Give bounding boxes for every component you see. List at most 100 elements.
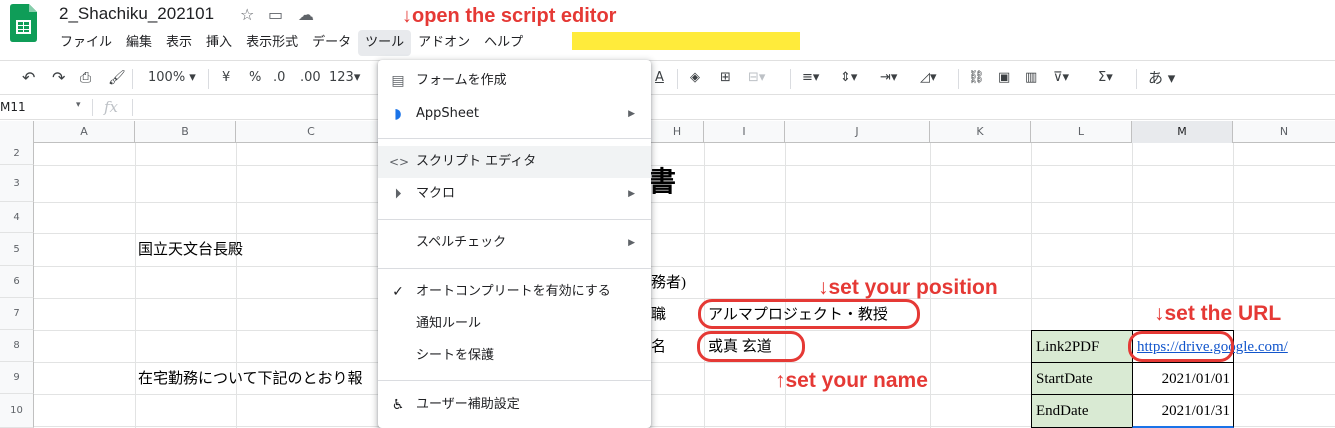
col-header-i[interactable]: I	[704, 121, 785, 143]
cell-h7[interactable]: 職	[651, 305, 666, 325]
menu-format[interactable]: 表示形式	[239, 30, 305, 56]
menu-item-spellcheck[interactable]: スペルチェック ▶	[378, 227, 651, 259]
menu-item-macro[interactable]: ⏵ マクロ ▶	[378, 178, 651, 210]
redo-icon[interactable]: ↷	[52, 69, 65, 87]
move-folder-icon[interactable]: ▭	[268, 6, 283, 24]
row-header-5[interactable]: 5	[0, 233, 34, 266]
menu-item-appsheet[interactable]: ◗ AppSheet ▶	[378, 98, 651, 130]
star-icon[interactable]: ☆	[240, 6, 254, 24]
row-header-2[interactable]: 2	[0, 143, 34, 165]
cell-m9[interactable]: 2021/01/01	[1132, 369, 1230, 389]
row-header-8[interactable]: 8	[0, 330, 34, 362]
text-wrap-icon[interactable]: ⇥▾	[880, 69, 897, 87]
form-icon: ▤	[391, 73, 405, 89]
format-label: 123	[329, 70, 354, 85]
insert-comment-icon[interactable]: ▣	[998, 69, 1010, 87]
print-icon[interactable]: ⎙	[80, 69, 91, 87]
col-header-k[interactable]: K	[930, 121, 1031, 143]
col-header-h[interactable]: H	[651, 121, 704, 143]
align-vertical-icon[interactable]: ⇕▾	[840, 69, 857, 87]
paint-format-icon[interactable]: 🖌	[108, 69, 126, 87]
menu-data[interactable]: データ	[305, 30, 358, 56]
cell-g3-partial[interactable]: 書	[648, 168, 676, 198]
col-header-c[interactable]: C	[236, 121, 387, 143]
cell-b5[interactable]: 国立天文台長殿	[138, 240, 243, 260]
zoom-select[interactable]: 100% ▾	[148, 69, 196, 87]
column-header-bar: A B C H I J K L M N	[0, 121, 1335, 143]
merge-cells-icon[interactable]: ⊟▾	[748, 69, 765, 87]
col-header-a[interactable]: A	[34, 121, 135, 143]
col-header-l[interactable]: L	[1031, 121, 1132, 143]
menu-insert[interactable]: 挿入	[199, 30, 239, 56]
text-rotate-icon[interactable]: ◿▾	[920, 69, 937, 87]
cell-b9[interactable]: 在宅勤務について下記のとおり報	[138, 369, 363, 389]
menu-item-notification-rules[interactable]: 通知ルール	[378, 308, 651, 340]
menu-item-notification-rules-label: 通知ルール	[416, 316, 482, 331]
menu-item-accessibility[interactable]: ♿ ユーザー補助設定	[378, 389, 651, 421]
annotation-url: ↓set the URL	[1154, 302, 1282, 325]
more-formats-button[interactable]: 123▾	[329, 69, 360, 87]
select-all-corner[interactable]	[0, 121, 34, 143]
percent-button[interactable]: %	[249, 69, 261, 87]
code-icon: <>	[389, 155, 410, 169]
text-color-icon[interactable]: A	[655, 69, 664, 87]
menu-item-create-form[interactable]: ▤ フォームを作成	[378, 65, 651, 97]
decimal-increase-button[interactable]: .00	[300, 69, 321, 87]
cell-l10[interactable]: EndDate	[1036, 401, 1088, 421]
menu-edit[interactable]: 編集	[119, 30, 159, 56]
menu-item-protect-sheet-label: シートを保護	[416, 348, 495, 363]
menu-view[interactable]: 表示	[159, 30, 199, 56]
fill-color-icon[interactable]: ◈	[690, 69, 700, 87]
zoom-value: 100%	[148, 70, 186, 85]
cell-h8[interactable]: 名	[651, 337, 666, 357]
col-header-n[interactable]: N	[1233, 121, 1335, 143]
col-header-b[interactable]: B	[135, 121, 236, 143]
undo-icon[interactable]: ↶	[22, 69, 35, 87]
menu-item-macro-label: マクロ	[416, 186, 456, 201]
cloud-status-icon: ☁	[298, 5, 314, 24]
cell-m10[interactable]: 2021/01/31	[1132, 401, 1230, 421]
sheets-logo-icon[interactable]	[10, 4, 37, 42]
name-box-dropdown-icon[interactable]: ▾	[76, 100, 81, 110]
menu-bar: ファイル 編集 表示 挿入 表示形式 データ ツール アドオン ヘルプ	[53, 30, 530, 56]
row-header-4[interactable]: 4	[0, 202, 34, 233]
row-header-3[interactable]: 3	[0, 165, 34, 202]
col-header-j[interactable]: J	[785, 121, 930, 143]
document-title[interactable]: 2_Shachiku_202101	[59, 4, 214, 24]
functions-icon[interactable]: Σ▾	[1098, 69, 1113, 87]
menu-item-protect-sheet[interactable]: シートを保護	[378, 340, 651, 372]
borders-icon[interactable]: ⊞	[720, 69, 731, 87]
fx-icon: fx	[104, 98, 119, 116]
row-header-9[interactable]: 9	[0, 362, 34, 394]
formula-bar: M11 ▾ fx	[0, 96, 1335, 120]
row-header-10[interactable]: 10	[0, 394, 34, 428]
menu-item-script-editor-label: スクリプト エディタ	[416, 154, 537, 169]
menu-item-script-editor[interactable]: <> スクリプト エディタ	[378, 146, 651, 178]
filter-icon[interactable]: ⊽▾	[1053, 69, 1069, 87]
menu-help[interactable]: ヘルプ	[477, 30, 530, 56]
cell-l9[interactable]: StartDate	[1036, 369, 1093, 389]
checkmark-icon: ✓	[392, 284, 404, 300]
row-header-6[interactable]: 6	[0, 266, 34, 298]
menu-item-appsheet-label: AppSheet	[416, 106, 479, 121]
cell-h6[interactable]: 務者)	[651, 273, 686, 293]
currency-button[interactable]: ¥	[222, 69, 230, 87]
menu-item-spellcheck-label: スペルチェック	[416, 235, 507, 250]
row-header-7[interactable]: 7	[0, 298, 34, 330]
insert-link-icon[interactable]: ⛓	[968, 69, 985, 87]
menu-tools[interactable]: ツール	[358, 30, 412, 56]
position-highlight-oval	[698, 299, 920, 329]
menu-addons[interactable]: アドオン	[411, 30, 477, 56]
menu-item-autocomplete[interactable]: ✓ オートコンプリートを有効にする	[378, 276, 651, 308]
name-box[interactable]: M11	[0, 100, 26, 114]
name-highlight-oval	[697, 331, 805, 362]
decimal-decrease-button[interactable]: .0	[273, 69, 285, 87]
input-tools-button[interactable]: あ ▾	[1148, 69, 1175, 87]
cell-l8[interactable]: Link2PDF	[1036, 337, 1099, 357]
tools-dropdown-menu: ▤ フォームを作成 ◗ AppSheet ▶ <> スクリプト エディタ ⏵ マ…	[378, 60, 651, 428]
insert-chart-icon[interactable]: ▥	[1025, 69, 1037, 87]
menu-item-autocomplete-label: オートコンプリートを有効にする	[416, 284, 611, 299]
col-header-m[interactable]: M	[1132, 121, 1233, 143]
menu-file[interactable]: ファイル	[53, 30, 119, 56]
align-horizontal-icon[interactable]: ≡▾	[802, 69, 819, 87]
